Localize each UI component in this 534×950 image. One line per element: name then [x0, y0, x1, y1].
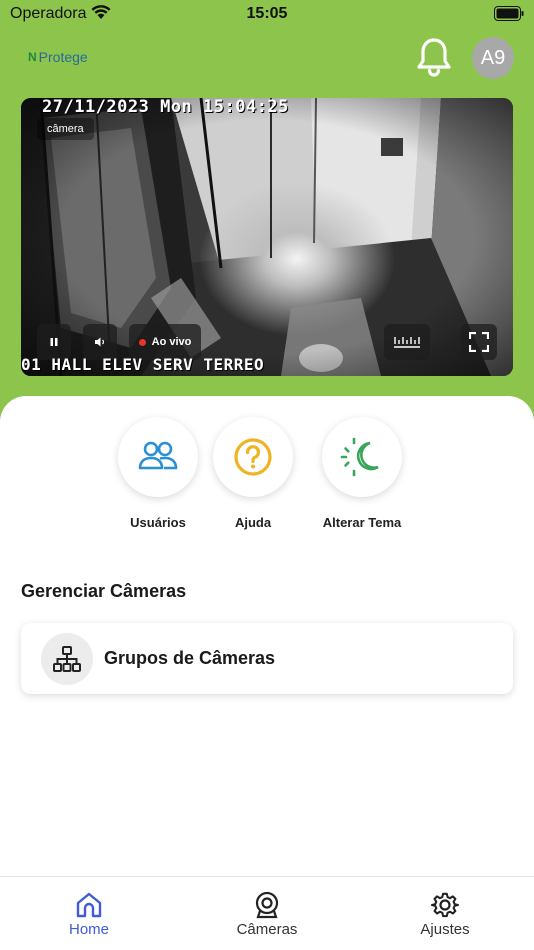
nav-cameras-label: Câmeras — [236, 921, 298, 938]
users-action-button[interactable] — [118, 417, 198, 497]
timeline-icon — [394, 337, 420, 348]
camera-icon — [255, 891, 279, 919]
theme-icon — [340, 437, 379, 477]
users-icon — [138, 441, 178, 470]
users-action[interactable]: Usuários — [108, 417, 208, 530]
brand-mark-icon: N — [28, 50, 37, 64]
camera-groups-card[interactable]: Grupos de Câmeras — [21, 623, 513, 694]
section-title: Gerenciar Câmeras — [21, 581, 187, 601]
nav-settings-label: Ajustes — [420, 921, 470, 938]
camera-groups-label: Grupos de Câmeras — [104, 648, 276, 668]
help-action-button[interactable] — [213, 417, 293, 497]
volume-icon — [95, 337, 105, 347]
camera-tag: câmera — [37, 118, 94, 140]
theme-action-button[interactable] — [322, 417, 402, 497]
pause-icon — [50, 338, 58, 346]
home-icon — [76, 892, 102, 918]
brand-logo: N Protege — [28, 49, 88, 65]
status-bar: Operadora 15:05 — [0, 0, 534, 30]
live-label: Ao vivo — [151, 336, 192, 348]
help-action[interactable]: Ajuda — [203, 417, 303, 530]
theme-action[interactable]: Alterar Tema — [312, 417, 412, 530]
fullscreen-button[interactable] — [461, 324, 497, 360]
camera-name-overlay: 01 HALL ELEV SERV TERREO — [21, 355, 265, 374]
status-clock: 15:05 — [246, 5, 288, 22]
nav-cameras[interactable]: Câmeras — [207, 877, 327, 950]
nav-home[interactable]: Home — [29, 877, 149, 950]
video-timestamp: 27/11/2023 Mon 15:04:25 — [42, 98, 289, 117]
live-dot-icon — [138, 338, 146, 346]
camera-video-player[interactable]: 27/11/2023 Mon 15:04:25 câmera Ao vivo 0… — [21, 98, 513, 376]
bottom-nav: Home Câmeras Ajustes — [0, 876, 534, 950]
nav-settings[interactable]: Ajustes — [385, 877, 505, 950]
fullscreen-icon — [469, 332, 489, 352]
help-icon — [234, 438, 272, 476]
brand-name: Protege — [38, 49, 88, 65]
avatar-initials: A9 — [480, 46, 506, 69]
users-action-label: Usuários — [130, 515, 186, 530]
theme-action-label: Alterar Tema — [322, 515, 402, 530]
bell-icon[interactable] — [416, 36, 452, 83]
hierarchy-icon — [41, 632, 93, 685]
timeline-button[interactable] — [384, 324, 430, 360]
nav-home-label: Home — [68, 921, 109, 938]
gear-icon — [431, 892, 459, 918]
battery-icon — [494, 6, 524, 26]
help-action-label: Ajuda — [234, 515, 272, 530]
avatar[interactable]: A9 — [472, 37, 514, 79]
